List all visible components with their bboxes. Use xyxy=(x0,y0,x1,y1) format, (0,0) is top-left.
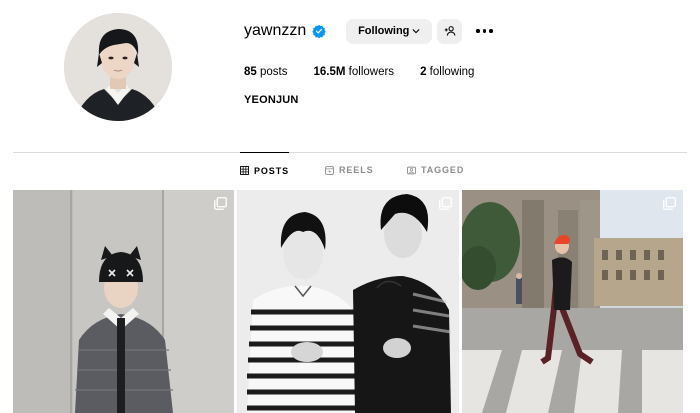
post-thumbnail[interactable] xyxy=(237,190,459,413)
tab-reels-label: REELS xyxy=(339,165,374,175)
tab-tagged-label: TAGGED xyxy=(421,165,465,175)
chevron-down-icon xyxy=(413,29,420,34)
carousel-icon xyxy=(663,197,676,210)
following-button-label: Following xyxy=(358,25,410,37)
post-image xyxy=(462,190,683,413)
profile-info: yawnzzn Following 85 posts 16.5M followe… xyxy=(244,17,684,106)
tab-posts[interactable]: POSTS xyxy=(240,152,290,188)
tab-posts-label: POSTS xyxy=(254,165,290,176)
username: yawnzzn xyxy=(244,22,307,39)
reels-icon xyxy=(325,165,334,175)
carousel-icon xyxy=(439,197,452,210)
profile-stats: 85 posts 16.5M followers 2 following xyxy=(244,66,684,78)
post-thumbnail[interactable] xyxy=(462,190,683,413)
tagged-icon xyxy=(407,166,416,174)
grid-icon xyxy=(240,166,249,175)
post-image xyxy=(13,190,234,413)
posts-stat: 85 posts xyxy=(244,66,288,78)
suggested-users-button[interactable] xyxy=(437,18,463,44)
tab-tagged[interactable]: TAGGED xyxy=(407,152,464,188)
post-image xyxy=(237,190,459,413)
profile-avatar[interactable] xyxy=(64,13,172,121)
followers-stat[interactable]: 16.5M followers xyxy=(314,66,395,78)
verified-badge-icon xyxy=(312,24,326,38)
profile-actions-row: yawnzzn Following xyxy=(244,17,684,45)
following-button[interactable]: Following xyxy=(346,18,433,44)
post-thumbnail[interactable] xyxy=(13,190,234,413)
posts-grid xyxy=(13,190,683,413)
add-user-icon xyxy=(444,26,456,36)
avatar-image xyxy=(64,13,172,121)
profile-full-name: YEONJUN xyxy=(244,94,299,106)
more-options-icon[interactable] xyxy=(476,19,493,44)
following-stat[interactable]: 2 following xyxy=(420,66,474,78)
tab-reels[interactable]: REELS xyxy=(325,152,374,188)
carousel-icon xyxy=(214,197,227,210)
profile-tabs: POSTS REELS TAGGED xyxy=(0,152,700,188)
